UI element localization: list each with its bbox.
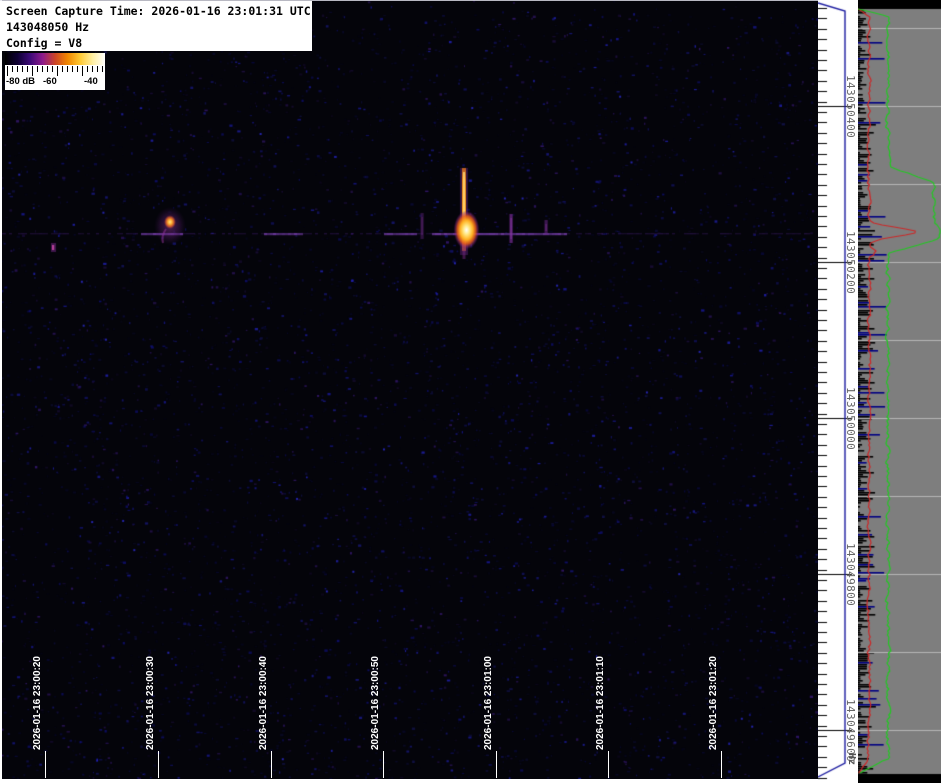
frequency-tick-label: 143049800 <box>844 543 857 606</box>
time-tick-mark <box>721 751 722 778</box>
legend-label-min: -80 dB <box>6 76 35 87</box>
time-tick-label: 2026-01-16 23:01:00 <box>483 656 494 750</box>
capture-info-box: Screen Capture Time: 2026-01-16 23:01:31… <box>2 1 312 51</box>
time-tick-label: 2026-01-16 23:00:20 <box>32 656 43 750</box>
time-tick-mark <box>383 751 384 778</box>
config-text: Config = V8 <box>6 35 312 51</box>
time-tick-label: 2026-01-16 23:00:30 <box>145 656 156 750</box>
spectrogram-app-screen: Screen Capture Time: 2026-01-16 23:01:31… <box>0 0 941 783</box>
legend-tick-ruler <box>7 66 104 76</box>
time-tick-label: 2026-01-16 23:00:40 <box>258 656 269 750</box>
frequency-tick-label: 143050200 <box>844 231 857 294</box>
time-tick-mark <box>271 751 272 778</box>
waterfall-display <box>0 0 818 783</box>
time-tick-label: 2026-01-16 23:01:20 <box>708 656 719 750</box>
time-tick-label: 2026-01-16 23:00:50 <box>370 656 381 750</box>
frequency-unit-label: Hz <box>846 753 857 765</box>
time-tick-mark <box>608 751 609 778</box>
spectrum-side-panel <box>858 0 941 783</box>
frequency-tick-label: 143050400 <box>844 75 857 138</box>
frame-border-left <box>0 0 2 783</box>
time-tick-mark <box>158 751 159 778</box>
capture-time-text: Screen Capture Time: 2026-01-16 23:01:31… <box>6 3 312 19</box>
color-scale-legend: -80 dB -60 -40 <box>5 53 105 90</box>
legend-label-max: -40 <box>84 76 98 87</box>
time-tick-label: 2026-01-16 23:01:10 <box>595 656 606 750</box>
frequency-tick-label: 143050000 <box>844 387 857 450</box>
time-tick-mark <box>496 751 497 778</box>
time-tick-mark <box>45 751 46 778</box>
legend-label-mid: -60 <box>43 76 57 87</box>
legend-tick-strip: -80 dB -60 -40 <box>5 65 105 90</box>
color-gradient-bar <box>5 53 105 65</box>
receiver-frequency-text: 143048050 Hz <box>6 19 312 35</box>
frame-border-bottom <box>0 779 818 783</box>
